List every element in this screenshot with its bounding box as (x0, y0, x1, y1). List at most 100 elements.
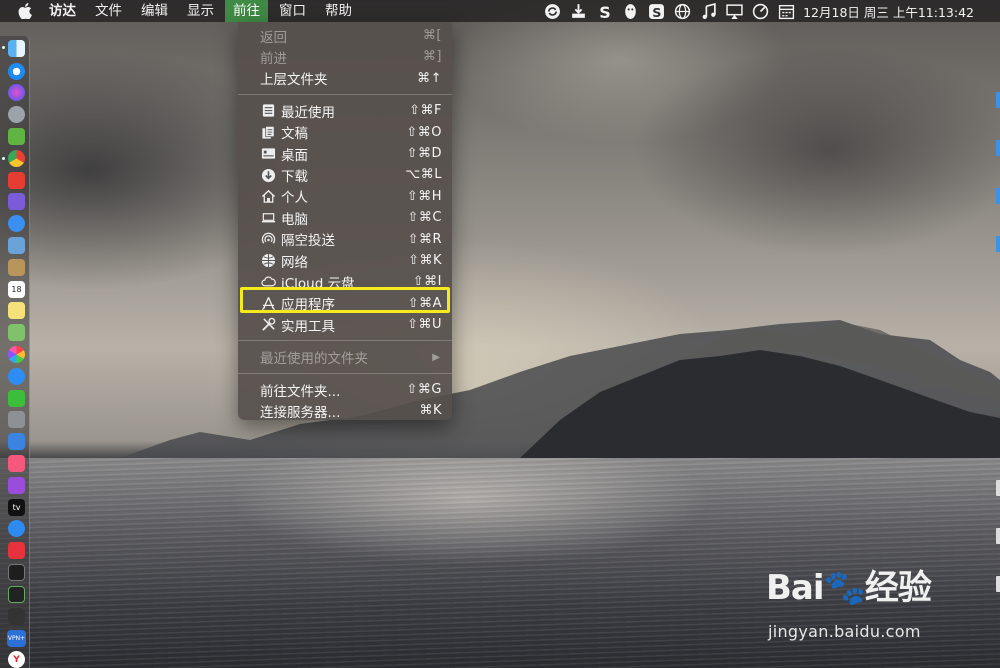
menu-item-recents[interactable]: 最近使用 ⇧⌘F (238, 100, 452, 121)
sogou-s-icon[interactable]: S (645, 0, 667, 22)
menu-item-network[interactable]: 网络 ⇧⌘K (238, 250, 452, 271)
airplay-display-icon[interactable] (723, 0, 745, 22)
desktop-item-edge[interactable] (996, 188, 1000, 204)
shortcut-label: ⇧⌘H (406, 188, 442, 204)
menu-item-label: 前往文件夹... (260, 383, 341, 400)
menu-view[interactable]: 显示 (179, 0, 222, 22)
podcasts-icon[interactable] (8, 477, 25, 494)
menu-item-desktop[interactable]: 桌面 ⇧⌘D (238, 143, 452, 164)
desktop-icon (260, 146, 276, 162)
speed-gauge-icon[interactable] (749, 0, 771, 22)
notes-pin-icon[interactable] (8, 172, 25, 189)
desktop-item-edge[interactable] (996, 528, 1000, 544)
menu-item-forward: 前进 ⌘] (238, 46, 452, 67)
svg-text:S: S (599, 3, 610, 20)
compass-icon[interactable] (8, 215, 25, 232)
menu-item-utilities[interactable]: 实用工具 ⇧⌘U (238, 314, 452, 335)
shortcut-label: ⇧⌘F (409, 103, 442, 119)
wechat-icon[interactable] (8, 390, 25, 407)
menu-item-label: 最近使用 (281, 104, 335, 121)
music-icon[interactable] (8, 455, 25, 472)
launchpad-icon[interactable] (8, 106, 25, 123)
running-indicator (2, 157, 5, 160)
script-icon[interactable] (8, 608, 25, 625)
menu-item-label: 最近使用的文件夹 (260, 351, 368, 368)
keynote-icon[interactable] (8, 433, 25, 450)
shortcut-label: ⇧⌘U (407, 317, 442, 333)
music-note-icon[interactable] (697, 0, 719, 22)
terminal-icon[interactable] (8, 564, 25, 581)
go-menu-dropdown: 返回 ⌘[ 前进 ⌘] 上层文件夹 ⌘↑ 最近使用 ⇧⌘F 文稿 ⇧⌘O 桌面 … (238, 22, 452, 421)
photos-icon[interactable] (8, 346, 25, 363)
computer-icon (260, 210, 276, 226)
system-preferences-icon[interactable] (8, 411, 25, 428)
submenu-arrow-icon: ▶ (432, 351, 440, 363)
floppy-icon[interactable] (8, 193, 25, 210)
messages-icon[interactable] (8, 368, 25, 385)
menu-item-label: 返回 (260, 29, 287, 46)
menu-finder[interactable]: 访达 (41, 0, 84, 22)
icloud-icon (260, 274, 276, 290)
download-tray-icon[interactable] (567, 0, 589, 22)
menu-item-computer[interactable]: 电脑 ⇧⌘C (238, 207, 452, 228)
menu-help[interactable]: 帮助 (317, 0, 360, 22)
activity-monitor-icon[interactable] (8, 586, 25, 603)
menu-item-downloads[interactable]: 下载 ⌥⌘L (238, 164, 452, 185)
finder-icon[interactable] (8, 40, 25, 57)
desktop-item-edge[interactable] (996, 236, 1000, 252)
chrome-icon[interactable] (8, 150, 25, 167)
shortcut-label: ⇧⌘K (408, 252, 442, 268)
maps-icon[interactable] (8, 324, 25, 341)
menu-bar: 访达 文件 编辑 显示 前往 窗口 帮助 S S 12月18日 周三 上午11:… (0, 0, 1000, 22)
vpn-icon[interactable]: VPN+ (7, 630, 26, 647)
android-icon[interactable] (8, 128, 25, 145)
menu-item-enclosing-folder[interactable]: 上层文件夹 ⌘↑ (238, 68, 452, 89)
stickies-icon[interactable] (8, 302, 25, 319)
menu-item-label: 桌面 (281, 147, 308, 164)
calendar-icon[interactable] (775, 0, 797, 22)
recents-icon (260, 103, 276, 119)
sync-circle-icon[interactable] (541, 0, 563, 22)
menu-item-airdrop[interactable]: 隔空投送 ⇧⌘R (238, 229, 452, 250)
menu-item-documents[interactable]: 文稿 ⇧⌘O (238, 122, 452, 143)
notebook-icon[interactable] (8, 259, 25, 276)
menu-item-recent-folders: 最近使用的文件夹 ▶ (238, 346, 452, 367)
menu-item-go-to-folder[interactable]: 前往文件夹... ⇧⌘G (238, 379, 452, 400)
menu-item-back: 返回 ⌘[ (238, 25, 452, 46)
desktop-item-edge[interactable] (996, 480, 1000, 496)
applications-icon (260, 295, 276, 311)
menu-item-home[interactable]: 个人 ⇧⌘H (238, 186, 452, 207)
menu-item-connect-to-server[interactable]: 连接服务器... ⌘K (238, 400, 452, 421)
menu-item-label: 上层文件夹 (260, 72, 328, 89)
shortcut-label: ⌘↑ (417, 70, 442, 86)
vivaldi-icon[interactable] (8, 542, 25, 559)
apple-icon[interactable] (18, 3, 38, 19)
menu-window[interactable]: 窗口 (271, 0, 314, 22)
shortcut-label: ⇧⌘C (407, 210, 442, 226)
globe-icon[interactable] (671, 0, 693, 22)
menu-separator (238, 372, 452, 374)
shortcut-label: ⌘] (422, 49, 442, 65)
desktop-item-edge[interactable] (996, 92, 1000, 108)
calendar-icon[interactable]: 18 (8, 281, 25, 298)
preview-icon[interactable] (8, 237, 25, 254)
shortcut-label: ⌘[ (422, 28, 442, 43)
menu-separator (238, 94, 452, 96)
menu-item-icloud-drive[interactable]: iCloud 云盘 ⇧⌘I (238, 271, 452, 292)
app-store-icon[interactable] (8, 520, 25, 537)
menu-go[interactable]: 前往 (225, 0, 268, 22)
s-logo-icon[interactable]: S (593, 0, 615, 22)
desktop-item-edge[interactable] (996, 140, 1000, 156)
qq-penguin-icon[interactable] (619, 0, 641, 22)
menubar-clock[interactable]: 12月18日 周三 上午11:13:42 (803, 2, 974, 21)
menu-item-label: iCloud 云盘 (281, 275, 355, 292)
siri-icon[interactable] (8, 84, 25, 101)
menu-file[interactable]: 文件 (87, 0, 130, 22)
yandex-icon[interactable]: Y (8, 651, 25, 668)
menu-item-label: 前进 (260, 51, 287, 68)
menu-edit[interactable]: 编辑 (133, 0, 176, 22)
safari-icon[interactable] (8, 63, 25, 80)
desktop-item-edge[interactable] (996, 576, 1000, 592)
menu-item-applications[interactable]: 应用程序 ⇧⌘A (238, 293, 452, 314)
apple-tv-icon[interactable]: tv (8, 499, 25, 516)
